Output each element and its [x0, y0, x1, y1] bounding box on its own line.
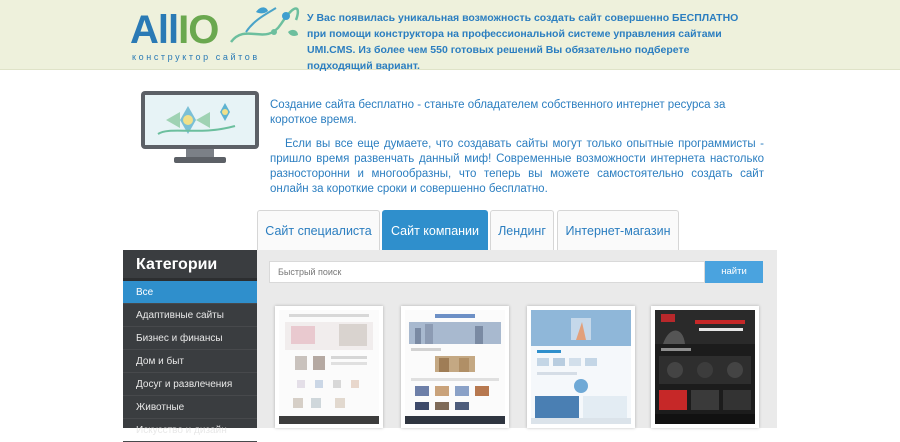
sidebar-title: Категории [123, 250, 257, 281]
template-card[interactable] [527, 306, 635, 428]
site-logo[interactable]: AllIO конструктор сайтов [130, 6, 300, 64]
sidebar-item-art[interactable]: Искусство и дизайн [123, 419, 257, 442]
template-preview-image [279, 310, 379, 424]
header-promo-text: У Вас появилась уникальная возможность с… [307, 12, 739, 72]
flower-swirl-icon [230, 7, 300, 43]
sidebar-item-all[interactable]: Все [123, 281, 257, 304]
sidebar-item-home[interactable]: Дом и быт [123, 350, 257, 373]
tab-company-site[interactable]: Сайт компании [382, 210, 488, 250]
template-card[interactable] [401, 306, 509, 428]
intro-body: Если вы все еще думаете, что создавать с… [270, 138, 764, 195]
search-input[interactable] [269, 261, 705, 283]
categories-sidebar: Категории Все Адаптивные сайты Бизнес и … [123, 250, 257, 442]
intro-section: Создание сайта бесплатно - станьте облад… [270, 98, 764, 197]
template-preview-image [655, 310, 755, 424]
tab-landing[interactable]: Лендинг [490, 210, 554, 250]
template-card[interactable] [275, 306, 383, 428]
sidebar-item-leisure[interactable]: Досуг и развлечения [123, 373, 257, 396]
monitor-illustration [141, 91, 259, 163]
intro-lead: Создание сайта бесплатно - станьте облад… [270, 99, 726, 126]
template-preview-image [531, 310, 631, 424]
search-button[interactable]: найти [705, 261, 763, 283]
template-preview-image [405, 310, 505, 424]
template-card[interactable] [651, 306, 759, 428]
templates-panel: найти [257, 250, 777, 428]
header-bar: AllIO конструктор сайтов У Вас появилась… [0, 0, 900, 72]
tab-online-store[interactable]: Интернет-магазин [557, 210, 679, 250]
tab-specialist-site[interactable]: Сайт специалиста [257, 210, 380, 250]
sidebar-item-business[interactable]: Бизнес и финансы [123, 327, 257, 350]
logo-subtitle: конструктор сайтов [132, 52, 260, 62]
sidebar-item-adaptive[interactable]: Адаптивные сайты [123, 304, 257, 327]
sidebar-item-animals[interactable]: Животные [123, 396, 257, 419]
logo-text: AllIO [130, 8, 219, 52]
